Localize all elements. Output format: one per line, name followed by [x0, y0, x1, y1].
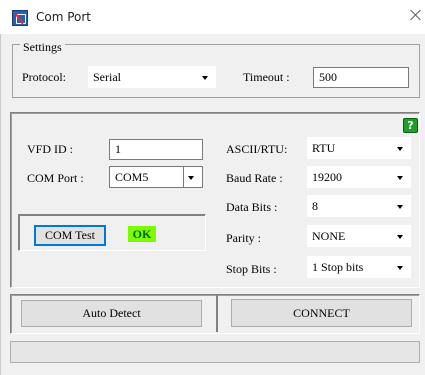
chevron-down-icon: [188, 176, 194, 180]
com-port-app-icon: [12, 10, 28, 26]
data-bits-select-value: 8: [312, 198, 318, 213]
ascii-rtu-label: ASCII/RTU:: [226, 142, 288, 156]
chevron-down-icon: [397, 176, 403, 180]
stop-bits-select[interactable]: 1 Stop bits: [307, 256, 411, 278]
stop-bits-label: Stop Bits :: [226, 262, 277, 276]
com-test-button[interactable]: COM Test: [34, 225, 106, 246]
help-icon[interactable]: ?: [403, 118, 418, 133]
status-bar: [10, 341, 420, 363]
timeout-input[interactable]: 500: [313, 67, 409, 88]
parity-select-value: NONE: [312, 228, 346, 243]
connect-button[interactable]: CONNECT: [231, 299, 412, 327]
com-port-select-value: COM5: [115, 169, 149, 184]
timeout-label: Timeout :: [243, 70, 290, 84]
chevron-down-icon: [397, 205, 403, 209]
parity-select[interactable]: NONE: [307, 225, 411, 247]
ascii-rtu-select[interactable]: RTU: [307, 137, 411, 159]
auto-detect-button[interactable]: Auto Detect: [21, 300, 202, 327]
baud-rate-label: Baud Rate :: [226, 171, 283, 185]
close-icon[interactable]: [409, 8, 423, 22]
chevron-down-icon: [202, 76, 208, 80]
chevron-down-icon: [397, 266, 403, 270]
data-bits-label: Data Bits :: [226, 200, 278, 214]
protocol-label: Protocol:: [22, 70, 66, 84]
stop-bits-select-value: 1 Stop bits: [312, 259, 364, 274]
window-title: Com Port: [36, 10, 92, 24]
protocol-select-value: Serial: [93, 69, 121, 84]
chevron-down-icon: [397, 235, 403, 239]
vfd-id-input[interactable]: 1: [109, 139, 203, 160]
vfd-id-label: VFD ID :: [27, 142, 74, 156]
protocol-select[interactable]: Serial: [88, 66, 216, 88]
parity-label: Parity :: [226, 231, 261, 245]
com-port-select[interactable]: COM5: [109, 166, 203, 188]
data-bits-select[interactable]: 8: [307, 195, 411, 217]
baud-rate-select-value: 19200: [312, 169, 342, 184]
divider: [216, 295, 218, 332]
settings-group-label: Settings: [20, 40, 65, 55]
com-port-label: COM Port :: [27, 171, 84, 185]
chevron-down-icon: [397, 147, 403, 151]
baud-rate-select[interactable]: 19200: [307, 166, 411, 188]
ascii-rtu-select-value: RTU: [312, 140, 336, 155]
status-badge: OK: [128, 226, 156, 242]
